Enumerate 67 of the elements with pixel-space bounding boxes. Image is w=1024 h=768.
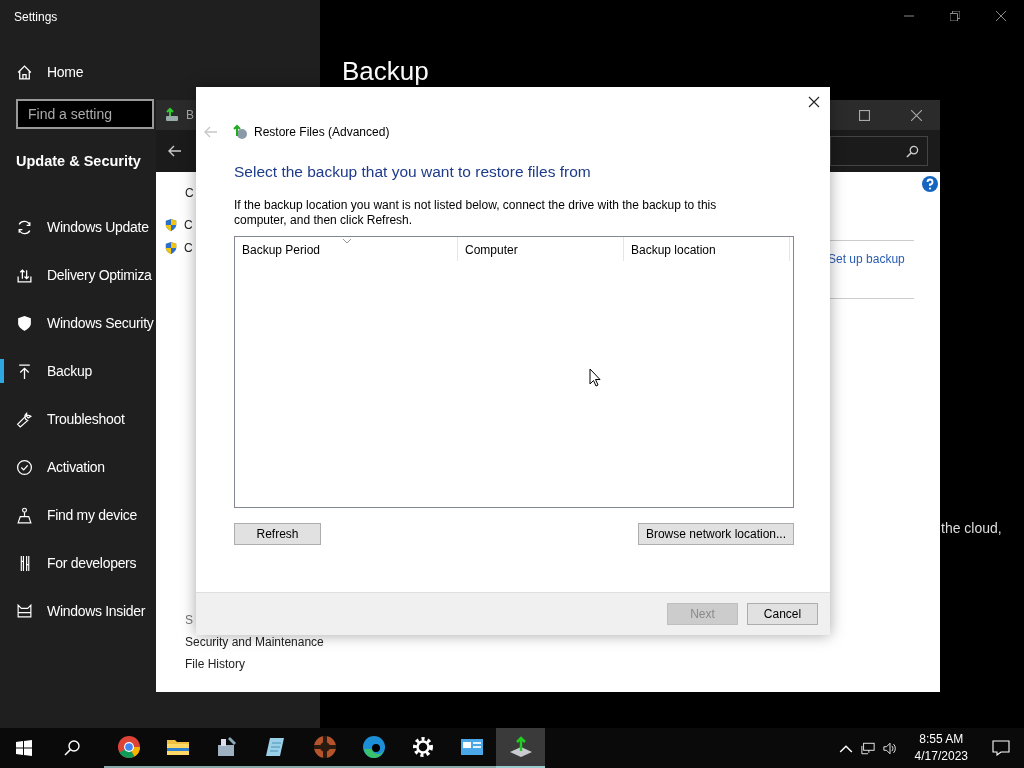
browser-icon (361, 735, 386, 759)
nav-item[interactable]: Delivery Optimiza (0, 251, 154, 299)
dialog-button[interactable]: Refresh (234, 523, 321, 545)
backup-drive-icon (232, 124, 248, 140)
nav-item[interactable]: For developers (0, 539, 154, 587)
window-title: Settings (13, 9, 58, 26)
shield-icon (164, 218, 178, 232)
shield-icon (164, 241, 178, 255)
backup-list[interactable]: Backup Period Computer Backup location (234, 236, 794, 508)
task-link[interactable]: C (184, 241, 193, 255)
dialog-heading: Select the backup that you want to restore files from (234, 163, 592, 181)
section-heading: S (184, 613, 194, 627)
see-also-link[interactable]: Security and Maintenance (164, 635, 324, 649)
nav-item[interactable]: Home (0, 48, 154, 96)
taskbar-app-button[interactable] (496, 728, 545, 768)
search-field[interactable]: Find a setting (16, 99, 154, 129)
browser-icon (116, 735, 141, 759)
section-heading: C (184, 186, 195, 200)
close-icon[interactable] (808, 96, 820, 108)
dialog-title: Restore Files (Advanced) (254, 125, 390, 139)
task-link[interactable]: C (184, 218, 193, 232)
close-icon[interactable] (911, 109, 922, 121)
search-icon (906, 144, 919, 158)
back-arrow-icon[interactable] (168, 145, 182, 157)
volume-icon[interactable] (882, 741, 897, 755)
page-title: Backup (342, 56, 429, 87)
maximize-icon[interactable] (859, 109, 870, 121)
see-also-link[interactable]: File History (164, 657, 324, 671)
close-icon[interactable] (996, 11, 1006, 21)
person-pin-icon (16, 506, 33, 524)
shield-icon (16, 314, 33, 332)
nav-item[interactable]: Windows Security (0, 299, 154, 347)
column-header[interactable]: Computer (458, 237, 624, 261)
search-icon[interactable] (64, 740, 80, 756)
column-header[interactable]: Backup Period (235, 237, 458, 261)
sort-caret-icon (343, 239, 351, 243)
restore-icon[interactable] (950, 11, 960, 21)
nav-item[interactable]: Troubleshoot (0, 395, 154, 443)
nav-item[interactable]: Windows Insider (0, 587, 154, 635)
wrench-icon (16, 410, 33, 428)
clock[interactable]: 8:55 AM 4/17/2023 (904, 731, 978, 765)
nav-item[interactable]: Backup (0, 347, 154, 395)
upload-arrow-icon (16, 362, 33, 380)
backup-drive-icon (164, 107, 180, 123)
help-icon[interactable] (922, 176, 938, 192)
home-icon (16, 63, 33, 81)
windows-logo-icon[interactable] (16, 740, 32, 756)
dialog-button[interactable]: Cancel (747, 603, 818, 625)
notification-icon[interactable] (992, 740, 1010, 756)
nav-item[interactable]: Windows Update (0, 203, 154, 251)
instructions-text: If the backup location you want is not listed below, connect the drive with the backup to this computer, and then click Refresh. (234, 198, 718, 228)
game-icon (312, 735, 337, 759)
dialog-button[interactable]: Browse network location... (637, 523, 794, 545)
gear-icon (410, 735, 435, 759)
network-icon[interactable] (860, 741, 875, 755)
sync-icon (16, 218, 33, 236)
nav-item[interactable]: Activation (0, 443, 154, 491)
window-title: B (186, 108, 194, 122)
check-circle-icon (16, 458, 33, 476)
column-header[interactable]: Backup location (624, 237, 790, 261)
backup-drive-icon (508, 735, 533, 759)
description-text: the cloud, (941, 520, 1002, 536)
upload-tray-icon (16, 266, 33, 284)
search-field[interactable] (830, 136, 928, 166)
section-heading: Update & Security (16, 153, 141, 169)
mouse-cursor-icon (589, 368, 601, 388)
nav-item[interactable]: Find my device (0, 491, 154, 539)
